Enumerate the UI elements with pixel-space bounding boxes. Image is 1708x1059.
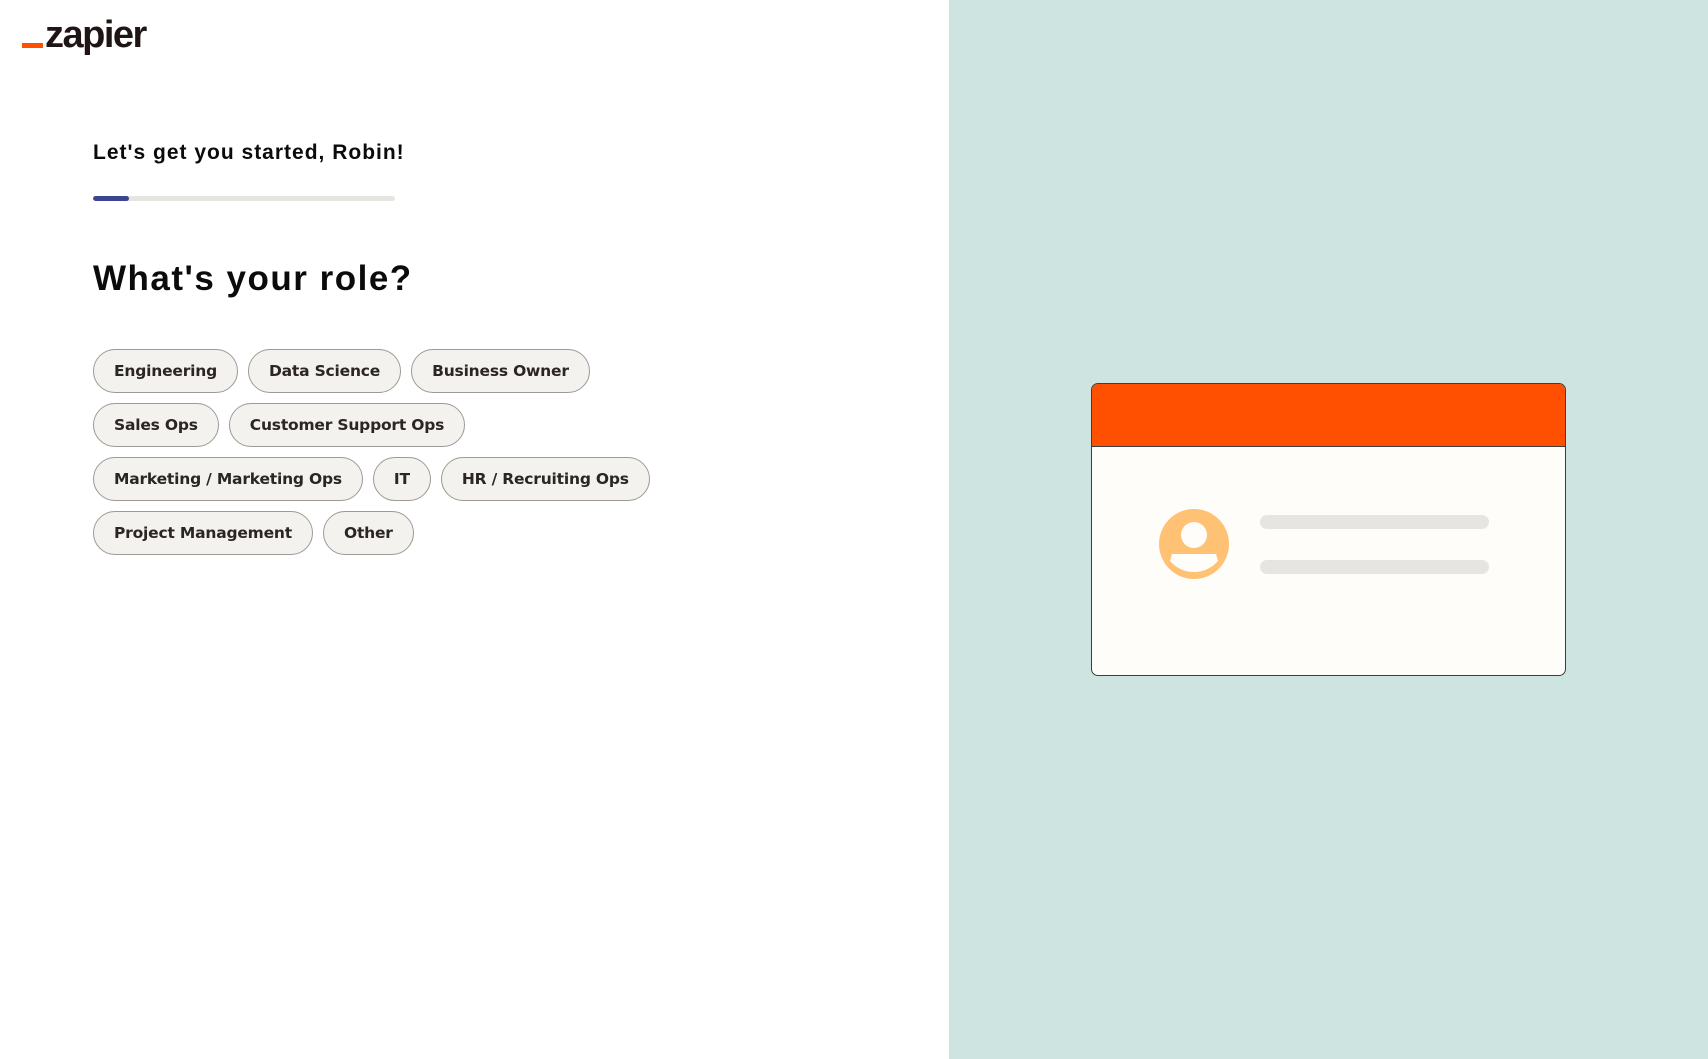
placeholder-text-line bbox=[1260, 560, 1489, 574]
onboarding-panel: zapier Let's get you started, Robin! Wha… bbox=[0, 0, 949, 1059]
role-option-engineering[interactable]: Engineering bbox=[93, 349, 238, 393]
placeholder-text-line bbox=[1260, 515, 1489, 529]
profile-card-illustration bbox=[1091, 383, 1566, 676]
role-options: Engineering Data Science Business Owner … bbox=[93, 349, 713, 555]
role-option-customer-support-ops[interactable]: Customer Support Ops bbox=[228, 403, 466, 447]
greeting-heading: Let's get you started, Robin! bbox=[93, 141, 405, 164]
role-option-other[interactable]: Other bbox=[322, 511, 414, 555]
role-option-sales-ops[interactable]: Sales Ops bbox=[93, 403, 219, 447]
user-avatar-icon bbox=[1159, 509, 1229, 579]
role-option-hr-recruiting-ops[interactable]: HR / Recruiting Ops bbox=[440, 457, 650, 501]
role-option-project-management[interactable]: Project Management bbox=[93, 511, 313, 555]
role-question: What's your role? bbox=[93, 259, 413, 298]
role-option-business-owner[interactable]: Business Owner bbox=[411, 349, 590, 393]
progress-bar bbox=[93, 196, 395, 201]
role-option-data-science[interactable]: Data Science bbox=[247, 349, 402, 393]
logo-underscore-mark bbox=[22, 43, 43, 48]
card-header-bar bbox=[1092, 384, 1565, 447]
progress-bar-fill bbox=[93, 196, 130, 201]
role-option-marketing-ops[interactable]: Marketing / Marketing Ops bbox=[93, 457, 363, 501]
zapier-logo[interactable]: zapier bbox=[22, 14, 147, 56]
illustration-panel bbox=[949, 0, 1708, 1059]
logo-wordmark: zapier bbox=[45, 14, 147, 56]
role-option-it[interactable]: IT bbox=[372, 457, 431, 501]
